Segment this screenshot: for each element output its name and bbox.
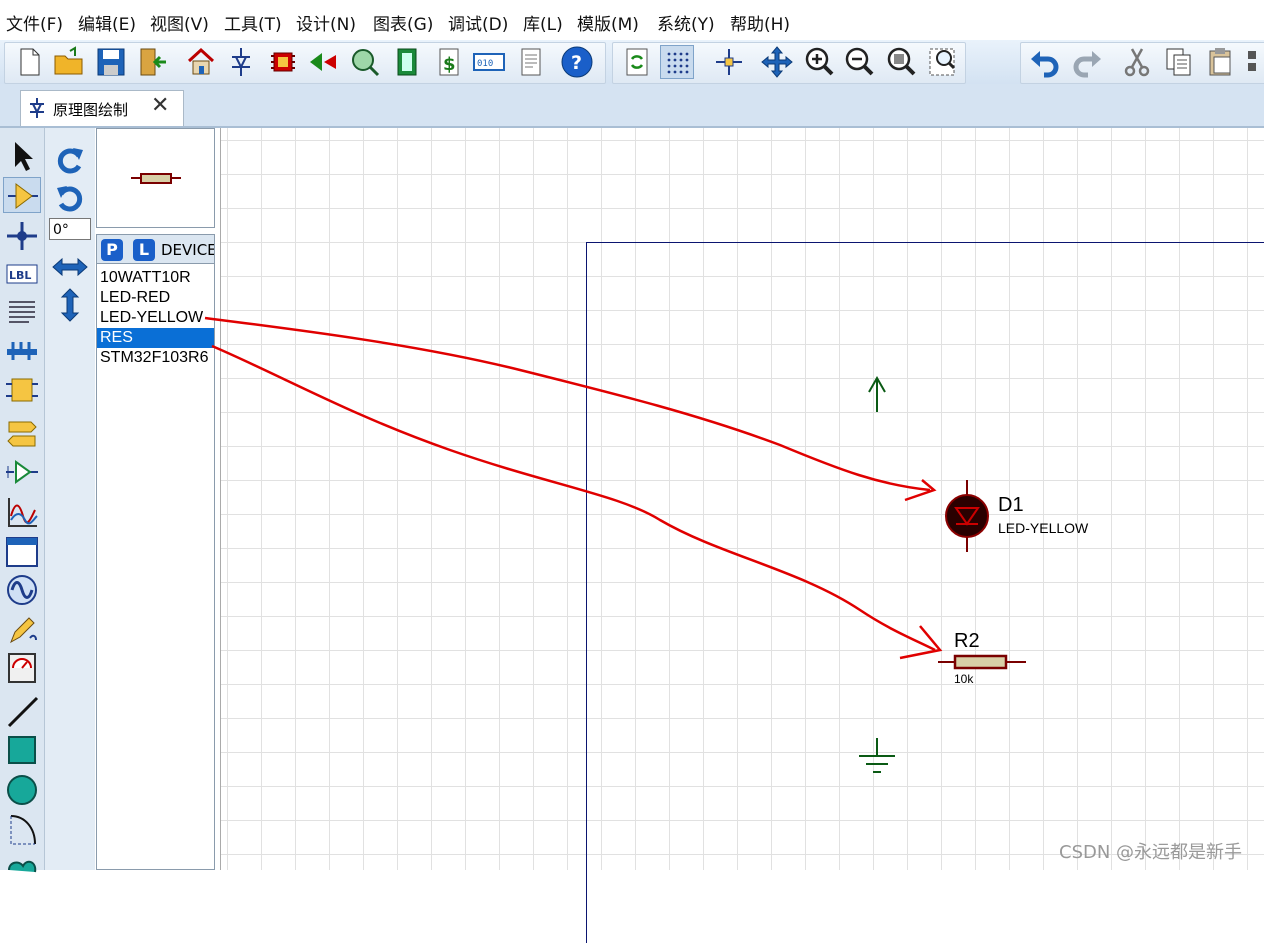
menu-help[interactable]: 帮助(H) (730, 10, 790, 35)
pick-devices-button[interactable]: P (101, 239, 123, 261)
save-icon[interactable] (94, 45, 128, 79)
wire-label-icon[interactable]: LBL (3, 256, 41, 292)
led-value-label: LED-YELLOW (998, 520, 1089, 536)
gerber-viewer-icon[interactable] (348, 45, 382, 79)
redo-icon[interactable] (1070, 45, 1104, 79)
rotate-clockwise-icon[interactable] (49, 142, 91, 176)
menu-view[interactable]: 视图(V) (150, 10, 209, 35)
resistor-preview-icon (131, 173, 181, 184)
device-item-led-red[interactable]: LED-RED (97, 288, 214, 308)
cut-icon[interactable] (1120, 45, 1154, 79)
schematic-capture-icon[interactable] (224, 45, 258, 79)
design-explorer-icon[interactable] (390, 45, 424, 79)
terminals-mode-icon[interactable] (3, 416, 41, 452)
devices-title: DEVICES (161, 241, 214, 259)
paste-icon[interactable] (1204, 45, 1238, 79)
resistor-ref-label: R2 (954, 630, 980, 652)
zoom-in-icon[interactable] (802, 45, 836, 79)
block-tool-icon[interactable] (1246, 45, 1264, 79)
zoom-area-icon[interactable] (926, 45, 960, 79)
resistor-value-label: 10k (954, 672, 974, 686)
rotate-anticlockwise-icon[interactable] (49, 180, 91, 214)
menu-file[interactable]: 文件(F) (6, 10, 63, 35)
subcircuit-icon[interactable] (3, 372, 41, 408)
menu-bar: 文件(F) 编辑(E) 视图(V) 工具(T) 设计(N) 图表(G) 调试(D… (0, 0, 1264, 40)
led-ref-label: D1 (998, 494, 1024, 516)
device-selector-header: P L DEVICES (96, 234, 215, 264)
copy-icon[interactable] (1162, 45, 1196, 79)
device-item-10watt10r[interactable]: 10WATT10R (97, 268, 214, 288)
junction-dot-icon[interactable] (3, 218, 41, 254)
undo-icon[interactable] (1028, 45, 1062, 79)
box-draw-icon[interactable] (3, 732, 41, 768)
bill-of-materials-icon[interactable]: $ (432, 45, 466, 79)
power-terminal-icon[interactable] (863, 372, 893, 416)
menu-edit[interactable]: 编辑(E) (78, 10, 136, 35)
help-icon[interactable]: ? (560, 45, 594, 79)
generator-mode-icon[interactable] (3, 572, 41, 608)
menu-design[interactable]: 设计(N) (296, 10, 356, 35)
component-mode-icon[interactable] (3, 177, 41, 213)
document-tab-strip: 原理图绘制 ✕ (0, 84, 1264, 128)
menu-graph[interactable]: 图表(G) (373, 10, 433, 35)
exit-door-icon[interactable] (136, 45, 170, 79)
resistor-component-icon[interactable] (936, 652, 1028, 672)
menu-library[interactable]: 库(L) (523, 10, 563, 35)
device-list: 10WATT10R LED-RED LED-YELLOW RES STM32F1… (96, 264, 215, 870)
active-popup-icon[interactable] (3, 534, 41, 570)
device-item-led-yellow[interactable]: LED-YELLOW (97, 308, 214, 328)
virtual-instruments-icon[interactable] (3, 650, 41, 686)
tab-title: 原理图绘制 (53, 101, 129, 119)
svg-text:LBL: LBL (9, 269, 31, 282)
mirror-horizontal-icon[interactable] (49, 250, 91, 284)
mirror-vertical-icon[interactable] (49, 288, 91, 322)
menu-system[interactable]: 系统(Y) (657, 10, 715, 35)
rotation-angle-field[interactable]: 0° (49, 218, 91, 240)
source-code-icon[interactable]: 010 (472, 45, 506, 79)
open-folder-icon[interactable] (52, 45, 86, 79)
grid-toggle-icon[interactable] (660, 45, 694, 79)
component-preview (96, 128, 215, 228)
line-draw-icon[interactable] (3, 694, 41, 730)
ground-terminal-icon[interactable] (857, 736, 897, 776)
zoom-all-icon[interactable] (884, 45, 918, 79)
main-toolbar: $ 010 ? (0, 40, 1264, 85)
tab-schematic-capture[interactable]: 原理图绘制 ✕ (20, 90, 184, 126)
origin-crosshair-icon[interactable] (712, 45, 746, 79)
refresh-icon[interactable] (620, 45, 654, 79)
device-item-stm32f103r6[interactable]: STM32F103R6 (97, 348, 214, 368)
mode-toolbar: LBL (0, 128, 45, 873)
schematic-canvas[interactable]: D1 LED-YELLOW R2 10k CSDN @永远都是新手 (220, 128, 1264, 943)
device-pins-icon[interactable] (3, 454, 41, 490)
circle-draw-icon[interactable] (3, 772, 41, 808)
menu-tools[interactable]: 工具(T) (224, 10, 282, 35)
close-tab-icon[interactable]: ✕ (151, 93, 169, 118)
library-manager-button[interactable]: L (133, 239, 155, 261)
buses-icon[interactable] (3, 332, 41, 368)
selection-mode-icon[interactable] (3, 138, 41, 174)
home-icon[interactable] (184, 45, 218, 79)
svg-text:$: $ (443, 54, 456, 75)
pcb-layout-icon[interactable] (266, 45, 300, 79)
arc-draw-icon[interactable] (3, 812, 41, 848)
notes-document-icon[interactable] (514, 45, 548, 79)
pan-icon[interactable] (760, 45, 794, 79)
watermark-text: CSDN @永远都是新手 (1059, 842, 1243, 863)
device-item-res[interactable]: RES (97, 328, 214, 348)
3d-visualizer-icon[interactable] (306, 45, 340, 79)
svg-text:010: 010 (477, 59, 493, 69)
new-file-icon[interactable] (12, 45, 46, 79)
schematic-tab-icon (27, 97, 47, 123)
menu-debug[interactable]: 调试(D) (448, 10, 508, 35)
led-component-icon[interactable] (941, 478, 993, 554)
menu-template[interactable]: 模版(M) (577, 10, 639, 35)
graph-mode-icon[interactable] (3, 494, 41, 530)
closed-path-icon[interactable] (3, 850, 41, 886)
zoom-out-icon[interactable] (842, 45, 876, 79)
probe-mode-icon[interactable] (3, 612, 41, 648)
svg-text:?: ? (571, 52, 582, 74)
orientation-toolbar: 0° (45, 128, 95, 870)
text-script-icon[interactable] (3, 294, 41, 330)
